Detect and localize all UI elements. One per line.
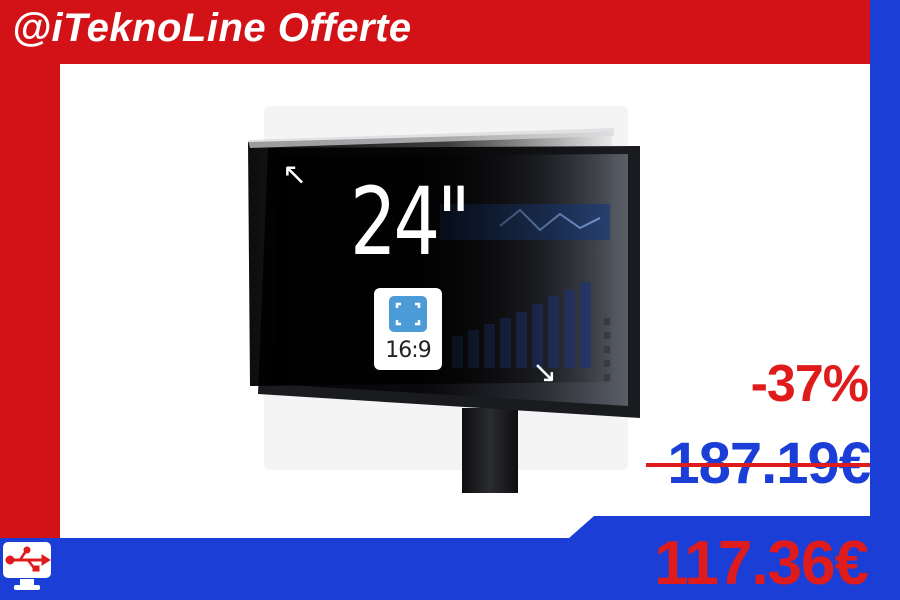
right-blue-border: [870, 0, 900, 600]
screen-size-label: 24": [350, 168, 471, 277]
left-red-border: [0, 0, 60, 540]
usb-monitor-logo-icon: [1, 540, 53, 590]
sale-price: 117.36€: [654, 529, 869, 598]
product-image-box: [264, 106, 628, 470]
brand-title: @iTeknoLine Offerte: [12, 6, 412, 50]
aspect-ratio-icon: [389, 296, 427, 332]
expand-arrow-bottom-right-icon: ↘: [532, 355, 558, 390]
aspect-ratio-text: 16:9: [385, 338, 431, 363]
expand-arrow-top-left-icon: ↖: [282, 157, 308, 192]
discount-percent: -37%: [750, 355, 869, 413]
aspect-ratio-badge: 16:9: [374, 288, 442, 370]
original-price-strikethrough: [646, 463, 870, 467]
